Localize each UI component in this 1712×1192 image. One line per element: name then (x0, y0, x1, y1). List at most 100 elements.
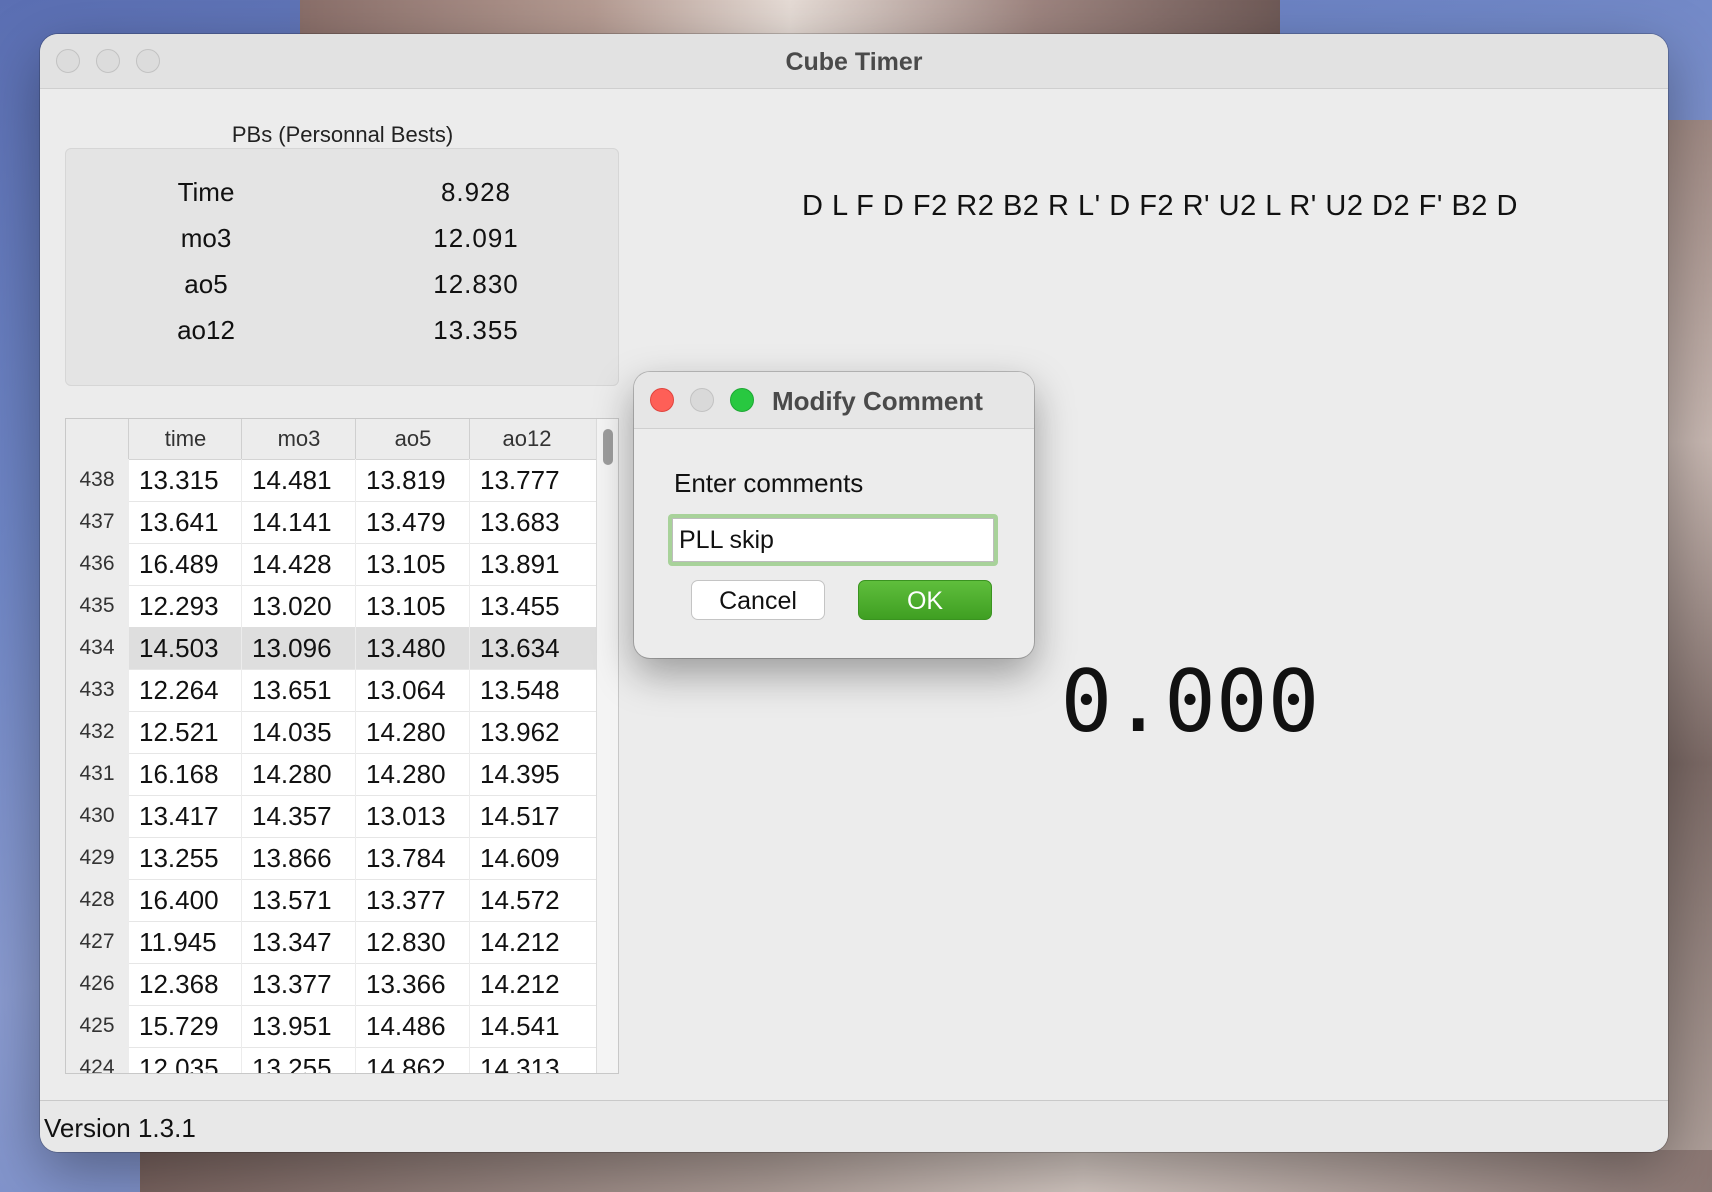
table-cell-ao5[interactable]: 13.479 (355, 501, 469, 543)
table-cell-time[interactable]: 13.417 (128, 795, 241, 837)
table-row[interactable]: 427 11.945 13.347 12.830 14.212 (66, 921, 596, 964)
table-cell-ao5[interactable]: 13.377 (355, 879, 469, 921)
table-cell-time[interactable]: 15.729 (128, 1005, 241, 1047)
pbs-panel: Time 8.928 mo3 12.091 ao5 12.830 ao12 13… (65, 148, 619, 386)
table-cell-time[interactable]: 12.293 (128, 585, 241, 627)
table-cell-mo3[interactable]: 14.481 (241, 459, 355, 501)
comment-input[interactable] (672, 518, 994, 562)
table-cell-time[interactable]: 12.035 (128, 1047, 241, 1073)
table-cell-ao12[interactable]: 14.313 (469, 1047, 583, 1073)
table-cell-mo3[interactable]: 13.651 (241, 669, 355, 711)
table-cell-ao5[interactable]: 12.830 (355, 921, 469, 963)
table-row[interactable]: 428 16.400 13.571 13.377 14.572 (66, 879, 596, 922)
table-cell-ao12[interactable]: 13.683 (469, 501, 583, 543)
dialog-titlebar[interactable]: Modify Comment (634, 372, 1034, 429)
row-number: 429 (66, 837, 129, 879)
table-row[interactable]: 430 13.417 14.357 13.013 14.517 (66, 795, 596, 838)
table-cell-ao5[interactable]: 13.784 (355, 837, 469, 879)
cancel-button[interactable]: Cancel (691, 580, 825, 620)
window-titlebar[interactable]: Cube Timer (40, 34, 1668, 89)
table-cell-time[interactable]: 11.945 (128, 921, 241, 963)
table-cell-time[interactable]: 13.315 (128, 459, 241, 501)
column-header-ao5[interactable]: ao5 (355, 419, 470, 459)
table-cell-ao5[interactable]: 13.366 (355, 963, 469, 1005)
table-cell-time[interactable]: 12.368 (128, 963, 241, 1005)
table-cell-time[interactable]: 12.264 (128, 669, 241, 711)
table-row[interactable]: 424 12.035 13.255 14.862 14.313 (66, 1047, 596, 1073)
ok-button[interactable]: OK (858, 580, 992, 620)
table-cell-ao12[interactable]: 13.455 (469, 585, 583, 627)
table-row[interactable]: 435 12.293 13.020 13.105 13.455 (66, 585, 596, 628)
pb-label: Time (177, 177, 235, 207)
minimize-dialog-icon[interactable] (690, 388, 714, 412)
zoom-dialog-icon[interactable] (730, 388, 754, 412)
table-cell-mo3[interactable]: 13.951 (241, 1005, 355, 1047)
table-cell-mo3[interactable]: 14.357 (241, 795, 355, 837)
table-cell-time[interactable]: 16.489 (128, 543, 241, 585)
pb-label: mo3 (180, 223, 232, 253)
table-cell-ao12[interactable]: 13.548 (469, 669, 583, 711)
table-cell-mo3[interactable]: 13.255 (241, 1047, 355, 1073)
table-cell-ao12[interactable]: 13.634 (469, 627, 583, 669)
table-cell-ao12[interactable]: 13.962 (469, 711, 583, 753)
pb-value: 12.091 (433, 223, 519, 253)
table-cell-ao12[interactable]: 14.212 (469, 921, 583, 963)
table-cell-time[interactable]: 16.400 (128, 879, 241, 921)
table-row[interactable]: 432 12.521 14.035 14.280 13.962 (66, 711, 596, 754)
table-cell-ao5[interactable]: 14.486 (355, 1005, 469, 1047)
row-number: 438 (66, 459, 129, 501)
table-cell-time[interactable]: 14.503 (128, 627, 241, 669)
table-cell-ao5[interactable]: 13.819 (355, 459, 469, 501)
table-cell-ao5[interactable]: 13.105 (355, 543, 469, 585)
table-cell-ao5[interactable]: 13.105 (355, 585, 469, 627)
table-cell-ao5[interactable]: 13.013 (355, 795, 469, 837)
table-row[interactable]: 429 13.255 13.866 13.784 14.609 (66, 837, 596, 880)
table-cell-mo3[interactable]: 14.141 (241, 501, 355, 543)
table-cell-ao12[interactable]: 14.609 (469, 837, 583, 879)
table-cell-time[interactable]: 16.168 (128, 753, 241, 795)
table-cell-ao12[interactable]: 13.891 (469, 543, 583, 585)
table-cell-ao12[interactable]: 13.777 (469, 459, 583, 501)
column-header-time[interactable]: time (128, 419, 242, 459)
table-cell-time[interactable]: 13.641 (128, 501, 241, 543)
modify-comment-dialog: Modify Comment Enter comments Cancel OK (634, 372, 1034, 658)
close-dialog-icon[interactable] (650, 388, 674, 412)
table-scrollbar[interactable] (596, 419, 618, 1073)
table-row[interactable]: 425 15.729 13.951 14.486 14.541 (66, 1005, 596, 1048)
table-cell-time[interactable]: 13.255 (128, 837, 241, 879)
row-number: 424 (66, 1047, 129, 1073)
table-cell-mo3[interactable]: 13.020 (241, 585, 355, 627)
column-header-ao12[interactable]: ao12 (469, 419, 584, 459)
table-row[interactable]: 437 13.641 14.141 13.479 13.683 (66, 501, 596, 544)
table-cell-mo3[interactable]: 13.377 (241, 963, 355, 1005)
table-row[interactable]: 436 16.489 14.428 13.105 13.891 (66, 543, 596, 586)
table-row[interactable]: 426 12.368 13.377 13.366 14.212 (66, 963, 596, 1006)
table-cell-mo3[interactable]: 14.428 (241, 543, 355, 585)
timer-display[interactable]: 0.000 (1000, 652, 1380, 752)
table-cell-ao12[interactable]: 14.212 (469, 963, 583, 1005)
table-cell-ao12[interactable]: 14.572 (469, 879, 583, 921)
table-cell-ao5[interactable]: 14.280 (355, 711, 469, 753)
scrollbar-thumb[interactable] (603, 429, 613, 465)
table-cell-mo3[interactable]: 13.571 (241, 879, 355, 921)
solves-table[interactable]: time mo3 ao5 ao12 438 13.315 14.481 13.819 1… (65, 418, 619, 1074)
table-cell-ao5[interactable]: 14.862 (355, 1047, 469, 1073)
table-cell-mo3[interactable]: 13.866 (241, 837, 355, 879)
table-row[interactable]: 433 12.264 13.651 13.064 13.548 (66, 669, 596, 712)
table-cell-ao12[interactable]: 14.517 (469, 795, 583, 837)
table-row[interactable]: 431 16.168 14.280 14.280 14.395 (66, 753, 596, 796)
table-cell-mo3[interactable]: 13.096 (241, 627, 355, 669)
column-header-mo3[interactable]: mo3 (241, 419, 356, 459)
table-row[interactable]: 434 14.503 13.096 13.480 13.634 (66, 627, 596, 670)
table-cell-ao12[interactable]: 14.541 (469, 1005, 583, 1047)
table-cell-mo3[interactable]: 14.035 (241, 711, 355, 753)
version-label: Version 1.3.1 (44, 1113, 196, 1143)
table-row[interactable]: 438 13.315 14.481 13.819 13.777 (66, 459, 596, 502)
table-cell-mo3[interactable]: 13.347 (241, 921, 355, 963)
table-cell-mo3[interactable]: 14.280 (241, 753, 355, 795)
table-cell-ao5[interactable]: 13.480 (355, 627, 469, 669)
table-cell-ao5[interactable]: 14.280 (355, 753, 469, 795)
table-cell-ao12[interactable]: 14.395 (469, 753, 583, 795)
table-cell-ao5[interactable]: 13.064 (355, 669, 469, 711)
table-cell-time[interactable]: 12.521 (128, 711, 241, 753)
